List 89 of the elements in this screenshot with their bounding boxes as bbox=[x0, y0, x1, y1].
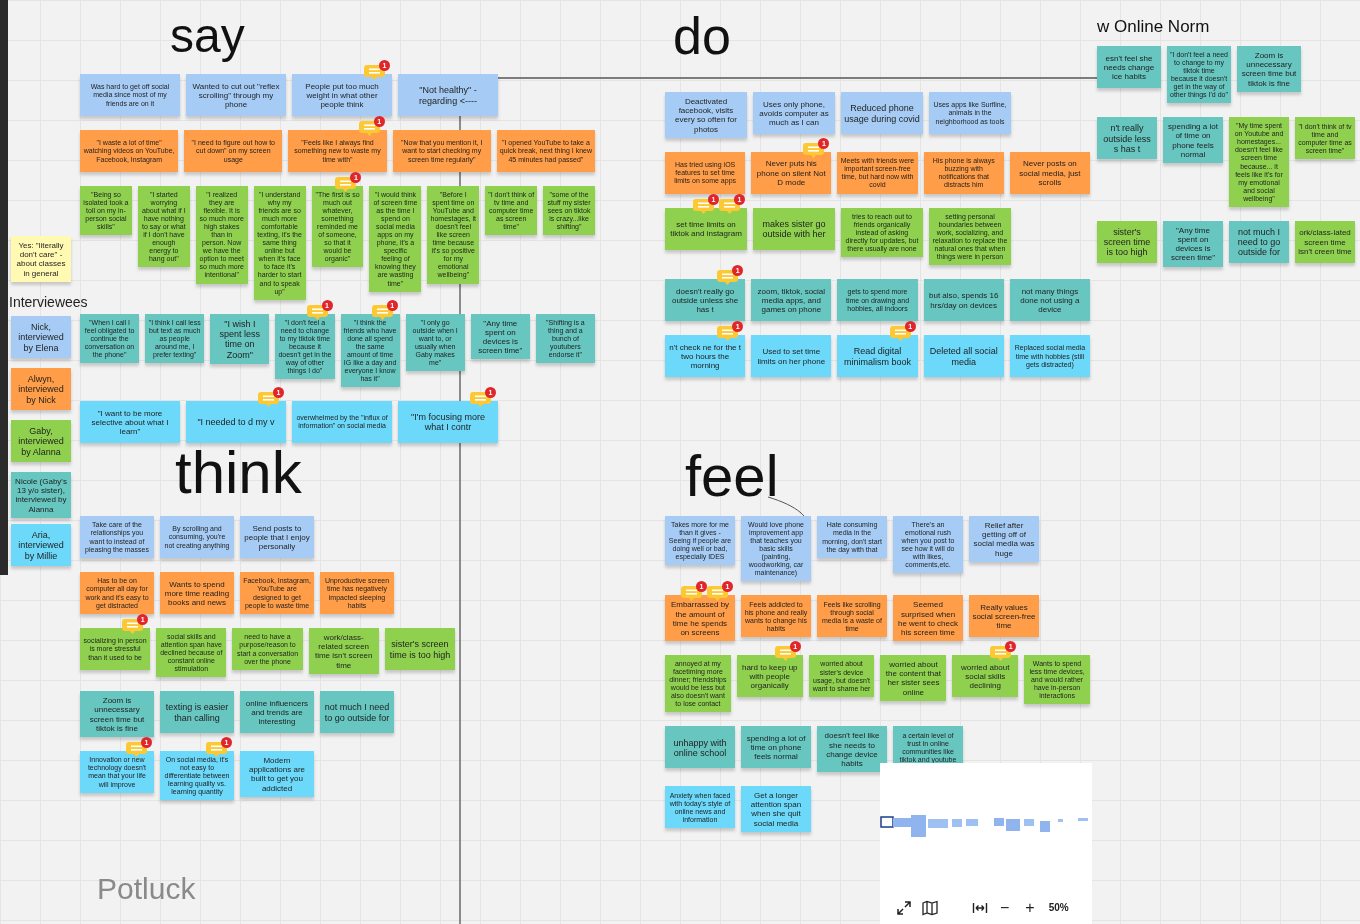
note-text: not many things done not using a device bbox=[1019, 286, 1081, 315]
note-text: Gaby, interviewed by Alanna bbox=[17, 426, 65, 457]
note-text: Wanted to cut out "reflex scrolling" through my phone bbox=[191, 81, 281, 110]
note-text: Modern applications are built to get you addicted bbox=[247, 756, 306, 793]
note-text: "I'm focusing more what I contr bbox=[410, 412, 486, 433]
legend-title: Interviewees bbox=[9, 293, 88, 312]
note-text: Get a longer attention span when she quit social media bbox=[749, 791, 803, 828]
note-text: Never posts on social media, just scrolls bbox=[1018, 159, 1082, 188]
note-text: Zoom is unnecessary screen time but tiktok is fine bbox=[1240, 51, 1298, 88]
comment-icon[interactable] bbox=[358, 121, 380, 136]
comment-icon[interactable] bbox=[126, 742, 147, 757]
note-text: sister's screen time is too high bbox=[1102, 226, 1152, 258]
note-text: n't check ne for the t two hours the morning bbox=[668, 342, 742, 371]
note-text: Relief after getting off of social media was huge bbox=[972, 521, 1036, 558]
comment-icon[interactable] bbox=[371, 304, 393, 320]
note-text: sister's screen time is too high bbox=[388, 639, 452, 660]
note-text: Read digital minimalism book bbox=[843, 346, 912, 367]
note-text: ork/class-lated screen time isn't creen time bbox=[1298, 228, 1352, 257]
section-title: do bbox=[673, 10, 731, 62]
note-text: "Any time spent on devices is screen time" bbox=[1169, 225, 1217, 263]
note-text: Nicole (Gaby's 13 y/o sister), interviewed by Alanna bbox=[14, 477, 68, 514]
comment-icon[interactable] bbox=[990, 646, 1012, 662]
comment-icon[interactable] bbox=[335, 177, 357, 192]
note-text: Alwyn, interviewed by Nick bbox=[17, 374, 65, 405]
note-text: Never puts his phone on silent Not D mode bbox=[755, 159, 827, 188]
zoom-in-button[interactable]: + bbox=[1021, 899, 1039, 916]
note-text: "I needed to d my v bbox=[197, 417, 275, 428]
note-text: spending a lot of time on phone feels normal bbox=[1167, 122, 1219, 160]
map-icon[interactable] bbox=[922, 899, 938, 916]
note-text: Wants to spend more time reading books and news bbox=[163, 579, 231, 608]
note-text: not much I need to go outside for bbox=[323, 702, 391, 724]
note-text: doesn't really go outside unless she has t bbox=[670, 286, 740, 315]
section-title: think bbox=[175, 443, 302, 503]
note-text: Reduced phone usage during covid bbox=[844, 103, 920, 124]
note-text: hard to keep up with people organically bbox=[740, 662, 799, 691]
note-text: makes sister go outside with her bbox=[761, 218, 827, 240]
comment-icon[interactable] bbox=[719, 198, 740, 214]
note-text: Yes: "literally don't care" - about classes in general bbox=[15, 241, 67, 278]
comment-icon[interactable] bbox=[707, 586, 728, 602]
note-text: unhappy with online school bbox=[672, 737, 728, 759]
comment-icon[interactable] bbox=[717, 270, 739, 286]
note-text: Uses only phone, avoids computer as much as I can bbox=[758, 99, 830, 128]
note-text: esn't feel she needs change ice habits bbox=[1102, 53, 1156, 82]
note-text: Send posts to people that I enjoy personally bbox=[243, 523, 311, 552]
note-text: "Not healthy" - regarding <---- bbox=[418, 85, 478, 106]
comment-icon[interactable] bbox=[364, 65, 385, 80]
note-text: Really values social screen-free time bbox=[972, 603, 1036, 631]
note-text: spending a lot of time on phone feels normal bbox=[745, 734, 807, 762]
note-text: n't really outside less s has t bbox=[1102, 123, 1152, 155]
note-text: Embarrassed by the amount of time he spends on screens bbox=[669, 600, 731, 638]
note-text: texting is easier than calling bbox=[164, 702, 230, 724]
section-title: feel bbox=[685, 447, 779, 505]
note-text: but also, spends 16 hrs/day on devices bbox=[928, 291, 1000, 310]
zoom-level: 50% bbox=[1048, 901, 1069, 915]
note-text: online influencers and trends are interesting bbox=[244, 698, 310, 727]
comment-icon[interactable] bbox=[803, 142, 825, 158]
comment-icon[interactable] bbox=[122, 619, 144, 634]
note-text: zoom, tiktok, social media apps, and games on phone bbox=[756, 286, 827, 315]
zoom-out-button[interactable]: − bbox=[996, 899, 1014, 916]
comment-icon[interactable] bbox=[693, 198, 714, 214]
note-text: set time limits on tiktok and instagram bbox=[669, 220, 743, 239]
comment-icon[interactable] bbox=[306, 304, 328, 320]
comment-icon[interactable] bbox=[774, 646, 796, 662]
comment-icon[interactable] bbox=[717, 326, 739, 342]
note-text: Deleted all social media bbox=[928, 346, 999, 367]
note-text: "I want to be more selective about what I learn" bbox=[90, 408, 170, 437]
section-title: w Online Norm bbox=[1097, 18, 1210, 35]
note-text: not much I need to go outside for bbox=[1236, 226, 1282, 258]
note-text: worried about social skills declining bbox=[960, 662, 1011, 691]
note-text: Nick, interviewed by Elena bbox=[17, 322, 65, 353]
comment-icon[interactable] bbox=[889, 326, 911, 342]
comment-icon[interactable] bbox=[206, 742, 227, 757]
comment-icon[interactable] bbox=[470, 392, 491, 407]
note-text: worried about the content that her sister sees online bbox=[884, 660, 942, 697]
board-name: Potluck bbox=[97, 871, 196, 907]
note-text: Aria, interviewed by Millie bbox=[17, 530, 65, 561]
note-text: work/class-related screen time isn't screen time bbox=[313, 633, 374, 670]
expand-icon[interactable] bbox=[896, 899, 912, 916]
note-text: "Any time spent on devices is screen time" bbox=[477, 318, 524, 356]
note-text: People put too much weight in what other people think bbox=[304, 81, 380, 110]
comment-icon[interactable] bbox=[258, 392, 279, 407]
note-text: Deactivated facebook, visits every so often for photos bbox=[674, 97, 738, 134]
note-text: Used to set time limits on her phone bbox=[756, 347, 827, 366]
note-text: Seemed surprised when he went to check his screen time bbox=[896, 600, 959, 638]
note-text: doesn't feel like she needs to change device habits bbox=[823, 731, 881, 769]
note-text: Zoom is unnecessary screen time but tiktok is fine bbox=[88, 696, 146, 733]
note-text: "I wish I spent less time on Zoom" bbox=[218, 318, 262, 360]
comment-icon[interactable] bbox=[681, 586, 702, 602]
section-title: say bbox=[170, 12, 245, 60]
